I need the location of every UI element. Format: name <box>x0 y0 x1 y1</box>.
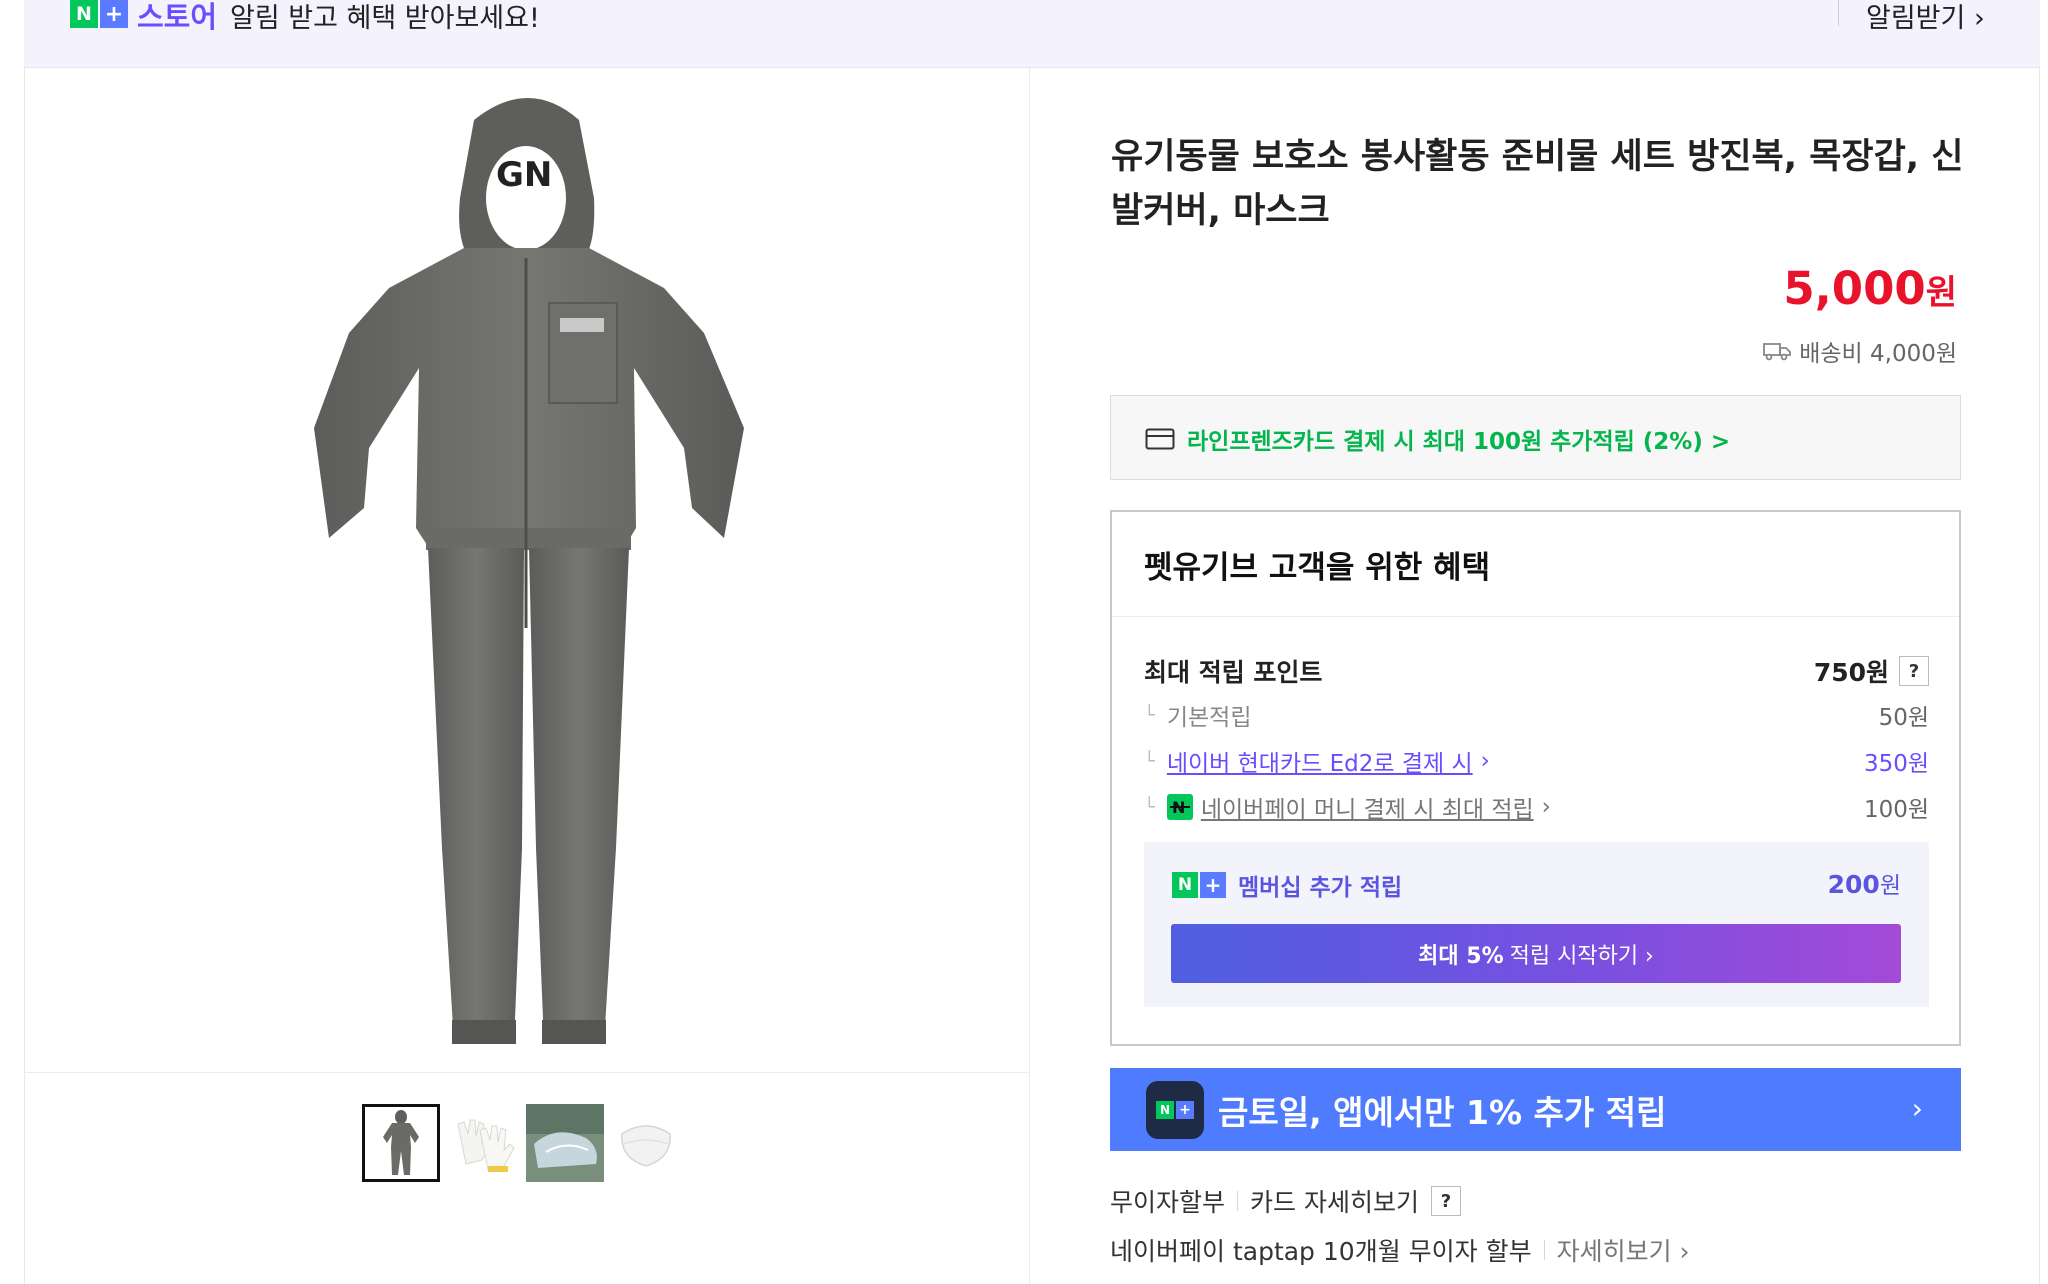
credit-card-icon <box>1145 428 1175 450</box>
max-points-value: 750원 <box>1813 658 1889 687</box>
coverall-thumbnail-icon <box>365 1107 437 1179</box>
npay-installment-row: 네이버페이 taptap 10개월 무이자 할부 자세히보기 › <box>1110 1232 1690 1268</box>
thumbnail-strip <box>362 1104 686 1182</box>
membership-amount: 200 <box>1827 870 1880 899</box>
hyundai-card-points-row: └ 네이버 현대카드 Ed2로 결제 시 › 350원 <box>1144 744 1929 778</box>
price-amount: 5,000 <box>1783 262 1926 315</box>
tree-branch-icon: └ <box>1144 704 1155 726</box>
card-promo-box[interactable]: 라인프렌즈카드 결제 시 최대 100원 추가적립 (2%) > <box>1110 395 1961 480</box>
max-points-row: 최대 적립 포인트 750원 ? <box>1144 653 1929 689</box>
thumbnail-shoe-covers[interactable] <box>526 1104 604 1182</box>
separator <box>1543 1240 1545 1260</box>
installment-help-icon[interactable]: ? <box>1430 1186 1461 1216</box>
naver-n-badge: N <box>70 0 98 28</box>
store-label: 스토어 <box>137 0 218 34</box>
tree-branch-icon: └ <box>1144 796 1155 818</box>
hyundai-card-points-value: 350원 <box>1863 751 1929 777</box>
npay-installment-text: 네이버페이 taptap 10개월 무이자 할부 <box>1110 1237 1532 1266</box>
app-promo-text: 금토일, 앱에서만 1% 추가 적립 <box>1218 1092 1667 1132</box>
naver-n-badge: N <box>1156 1100 1174 1119</box>
hyundai-card-link[interactable]: 네이버 현대카드 Ed2로 결제 시 <box>1167 744 1473 778</box>
shipping-fee: 배송비 4,000원 <box>1763 334 1957 368</box>
shoe-covers-thumbnail-icon <box>526 1104 604 1182</box>
card-promo-text[interactable]: 라인프렌즈카드 결제 시 최대 100원 추가적립 (2%) > <box>1187 422 1730 456</box>
membership-button-bold: 최대 5% <box>1418 943 1504 969</box>
coverall-suit-image: GN <box>314 98 744 1044</box>
membership-label-group: N + 멤버십 추가 적립 <box>1172 868 1402 902</box>
thumbnail-mask[interactable] <box>608 1104 686 1182</box>
installment-detail-link[interactable]: 자세히보기 › <box>1557 1232 1690 1268</box>
price-unit: 원 <box>1925 273 1957 313</box>
chevron-right-icon: › <box>1541 794 1551 820</box>
benefits-heading: 펫유기브 고객을 위한 혜택 <box>1144 550 1491 586</box>
nplus-app-icon: N + <box>1146 1080 1204 1139</box>
alarm-subscribe-link[interactable]: 알림받기 › <box>1866 0 1985 35</box>
customer-benefits-panel: 펫유기브 고객을 위한 혜택 최대 적립 포인트 750원 ? └ 기본적립 50… <box>1110 510 1961 1046</box>
product-title: 유기동물 보호소 봉사활동 준비물 세트 방진복, 목장갑, 신발커버, 마스크 <box>1111 137 1964 231</box>
npay-money-link[interactable]: 네이버페이 머니 결제 시 최대 적립 <box>1201 790 1534 824</box>
start-membership-button[interactable]: 최대 5% 적립 시작하기 › <box>1171 924 1901 983</box>
plus-badge: + <box>1200 872 1226 898</box>
banner-divider <box>1838 0 1839 26</box>
installment-label: 무이자할부 <box>1110 1188 1226 1217</box>
npay-money-points-row: └ N 네이버페이 머니 결제 시 최대 적립 › 100원 <box>1144 790 1929 824</box>
membership-unit: 원 <box>1879 873 1901 899</box>
app-promo-banner[interactable]: N + 금토일, 앱에서만 1% 추가 적립 › <box>1110 1068 1961 1151</box>
membership-button-text: 적립 시작하기 › <box>1509 943 1654 969</box>
max-points-label: 최대 적립 포인트 <box>1144 658 1323 687</box>
gloves-thumbnail-icon <box>444 1104 522 1182</box>
nplus-logo: N + <box>70 0 128 28</box>
naverpay-icon: N <box>1166 794 1193 820</box>
shipping-text: 배송비 4,000원 <box>1799 341 1957 367</box>
product-price: 5,000원 <box>1783 262 1957 315</box>
truck-icon <box>1763 343 1792 361</box>
thumbnail-gloves[interactable] <box>444 1104 522 1182</box>
membership-value: 200원 <box>1828 866 1901 900</box>
thumbnail-coverall[interactable] <box>362 1104 440 1182</box>
benefits-divider <box>1112 616 1959 617</box>
plus-badge: + <box>1176 1100 1194 1119</box>
plus-badge: + <box>100 0 128 28</box>
naver-n-badge: N <box>1172 872 1198 898</box>
basic-points-value: 50원 <box>1878 705 1929 731</box>
chevron-right-icon: › <box>1911 1092 1923 1125</box>
chevron-right-icon: › <box>1480 748 1490 774</box>
separator <box>1237 1191 1239 1211</box>
svg-text:GN: GN <box>496 155 552 195</box>
product-gallery: GN <box>24 68 1030 1284</box>
tree-branch-icon: └ <box>1144 750 1155 772</box>
basic-points-row: └ 기본적립 50원 <box>1144 698 1929 732</box>
nplus-membership-icon: N + <box>1172 872 1226 898</box>
mask-thumbnail-icon <box>608 1104 686 1182</box>
basic-points-label: 기본적립 <box>1166 705 1252 731</box>
membership-box: N + 멤버십 추가 적립 200원 최대 5% 적립 시작하기 › <box>1144 842 1929 1007</box>
card-detail-link[interactable]: 카드 자세히보기 <box>1250 1183 1419 1219</box>
banner-message: 알림 받고 혜택 받아보세요! <box>230 3 540 34</box>
installment-row: 무이자할부 카드 자세히보기 ? <box>1110 1183 1461 1219</box>
membership-label: 멤버십 추가 적립 <box>1238 875 1403 901</box>
main-product-image[interactable]: GN <box>24 68 1030 1073</box>
npay-money-points-value: 100원 <box>1863 797 1929 823</box>
notification-banner: N + 스토어 알림 받고 혜택 받아보세요! 알림받기 › <box>24 0 2040 68</box>
points-help-icon[interactable]: ? <box>1899 656 1929 686</box>
